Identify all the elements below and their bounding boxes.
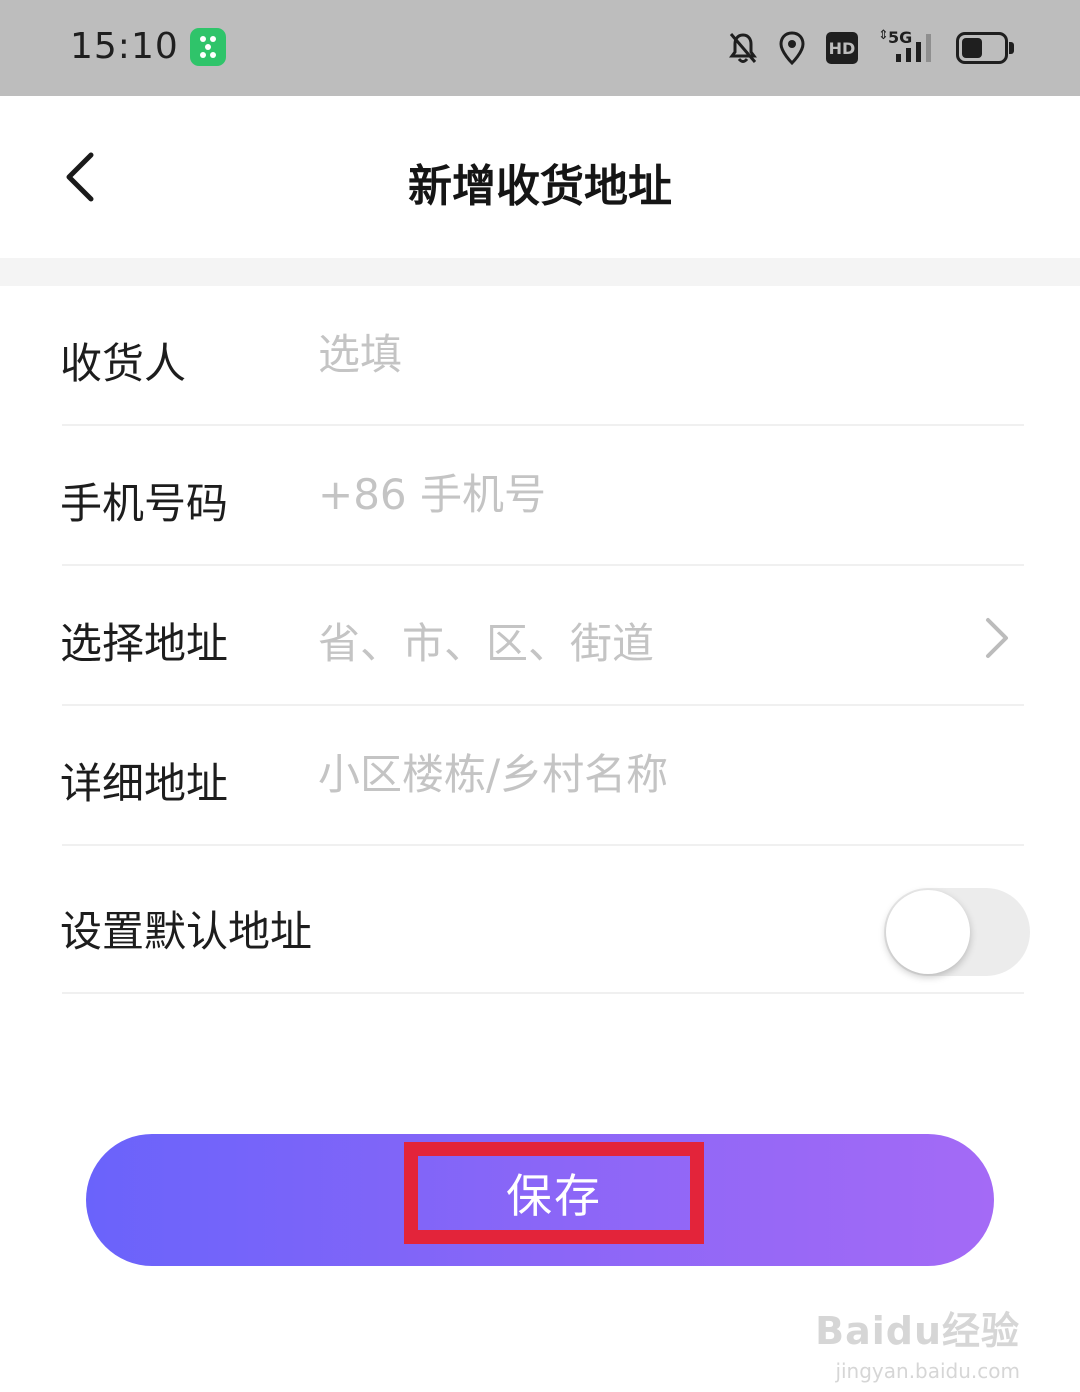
phone-label: 手机号码	[60, 479, 229, 528]
status-bar: 15:10 HD 5G ⇕	[0, 0, 1080, 96]
notifications-muted-icon	[729, 33, 757, 63]
hd-icon: HD	[826, 32, 858, 64]
recipient-label: 收货人	[60, 339, 187, 388]
address-form: 收货人 手机号码 选择地址 省、市、区、街道 详细地址 设置默认地址	[0, 286, 1080, 994]
section-spacer	[0, 258, 1080, 286]
location-icon	[779, 31, 805, 65]
divider	[62, 992, 1024, 994]
phone-input[interactable]	[318, 462, 958, 526]
highlight-box	[404, 1142, 704, 1244]
5g-signal-icon: 5G ⇕	[878, 28, 936, 68]
toggle-knob	[886, 890, 970, 974]
region-selector[interactable]: 省、市、区、街道	[318, 610, 654, 671]
app-notification-icon	[190, 28, 226, 66]
region-label: 选择地址	[60, 619, 229, 668]
detail-address-input[interactable]	[318, 742, 958, 806]
detail-row: 详细地址	[0, 706, 1080, 846]
baidu-watermark: Baidu经验 jingyan.baidu.com	[815, 1300, 1020, 1383]
recipient-input[interactable]	[318, 322, 958, 386]
status-icons: HD 5G ⇕	[728, 26, 1014, 70]
recipient-row: 收货人	[0, 286, 1080, 426]
page-title: 新增收货地址	[408, 161, 672, 212]
5g-label: 5G	[888, 28, 913, 47]
default-address-row: 设置默认地址	[0, 846, 1080, 994]
battery-icon	[956, 32, 1014, 64]
nav-header: 新增收货地址	[0, 96, 1080, 258]
chevron-right-icon	[986, 618, 1008, 658]
data-arrows-icon: ⇕	[878, 28, 889, 43]
region-row[interactable]: 选择地址 省、市、区、街道	[0, 566, 1080, 706]
phone-row: 手机号码	[0, 426, 1080, 566]
default-address-toggle[interactable]	[884, 888, 1030, 976]
watermark-logo: Baidu经验	[815, 1309, 1020, 1353]
watermark-url: jingyan.baidu.com	[835, 1359, 1020, 1383]
detail-label: 详细地址	[60, 759, 229, 808]
status-time: 15:10	[70, 26, 179, 67]
default-address-label: 设置默认地址	[60, 907, 313, 956]
